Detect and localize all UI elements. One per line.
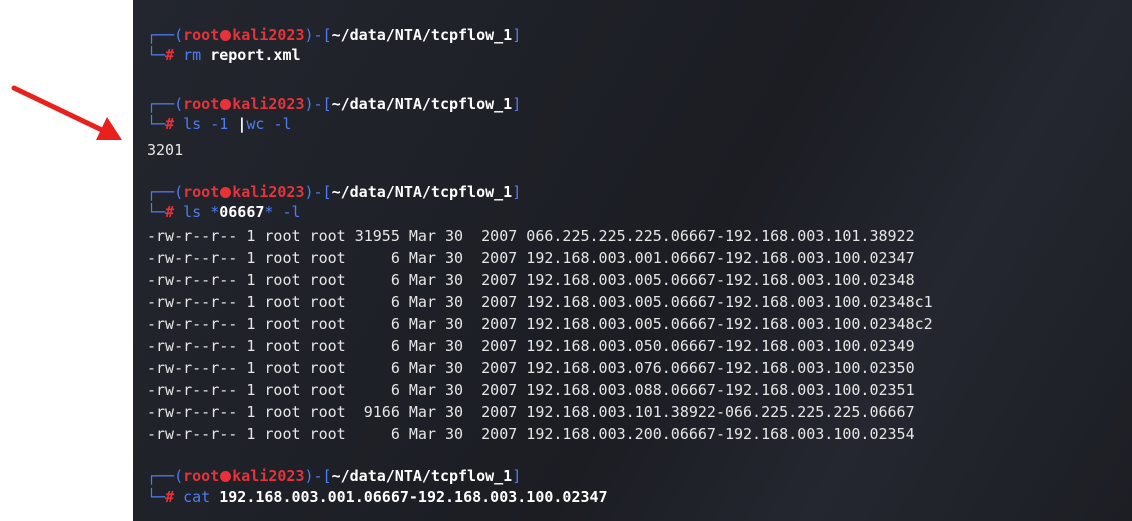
kali-skull-icon (220, 187, 232, 198)
listing-row: -rw-r--r-- 1 root root 6 Mar 30 2007 192… (147, 315, 933, 333)
kali-skull-icon (220, 471, 232, 482)
command-line[interactable]: └─# cat 192.168.003.001.06667-192.168.00… (147, 488, 608, 507)
listing-row: -rw-r--r-- 1 root root 6 Mar 30 2007 192… (147, 271, 915, 289)
prompt-line: ┌──(root kali2023)-[~/data/NTA/tcpflow_1] (147, 95, 522, 113)
command-line: └─# ls *06667* -l (147, 203, 301, 221)
listing-row: -rw-r--r-- 1 root root 6 Mar 30 2007 192… (147, 337, 915, 355)
kali-skull-icon (220, 30, 232, 41)
listing-row: -rw-r--r-- 1 root root 31955 Mar 30 2007… (147, 227, 915, 245)
listing-row: -rw-r--r-- 1 root root 9166 Mar 30 2007 … (147, 403, 915, 421)
command-line: └─# ls -1 |wc -l (147, 115, 292, 133)
listing-row: -rw-r--r-- 1 root root 6 Mar 30 2007 192… (147, 249, 915, 267)
prompt-line: ┌──(root kali2023)-[~/data/NTA/tcpflow_1] (147, 26, 522, 44)
red-arrow-annotation (11, 85, 122, 140)
command-output: 3201 (147, 141, 184, 159)
listing-row: -rw-r--r-- 1 root root 6 Mar 30 2007 192… (147, 293, 933, 311)
listing-row: -rw-r--r-- 1 root root 6 Mar 30 2007 192… (147, 425, 915, 443)
listing-row: -rw-r--r-- 1 root root 6 Mar 30 2007 192… (147, 359, 915, 377)
listing-row: -rw-r--r-- 1 root root 6 Mar 30 2007 192… (147, 381, 915, 399)
prompt-line: ┌──(root kali2023)-[~/data/NTA/tcpflow_1] (147, 183, 522, 201)
command-line: └─# rm report.xml (147, 46, 301, 64)
terminal-window: ┌──(root kali2023)-[~/data/NTA/tcpflow_1]… (133, 0, 1132, 521)
prompt-line: ┌──(root kali2023)-[~/data/NTA/tcpflow_1] (147, 467, 522, 485)
kali-skull-icon (220, 99, 232, 110)
